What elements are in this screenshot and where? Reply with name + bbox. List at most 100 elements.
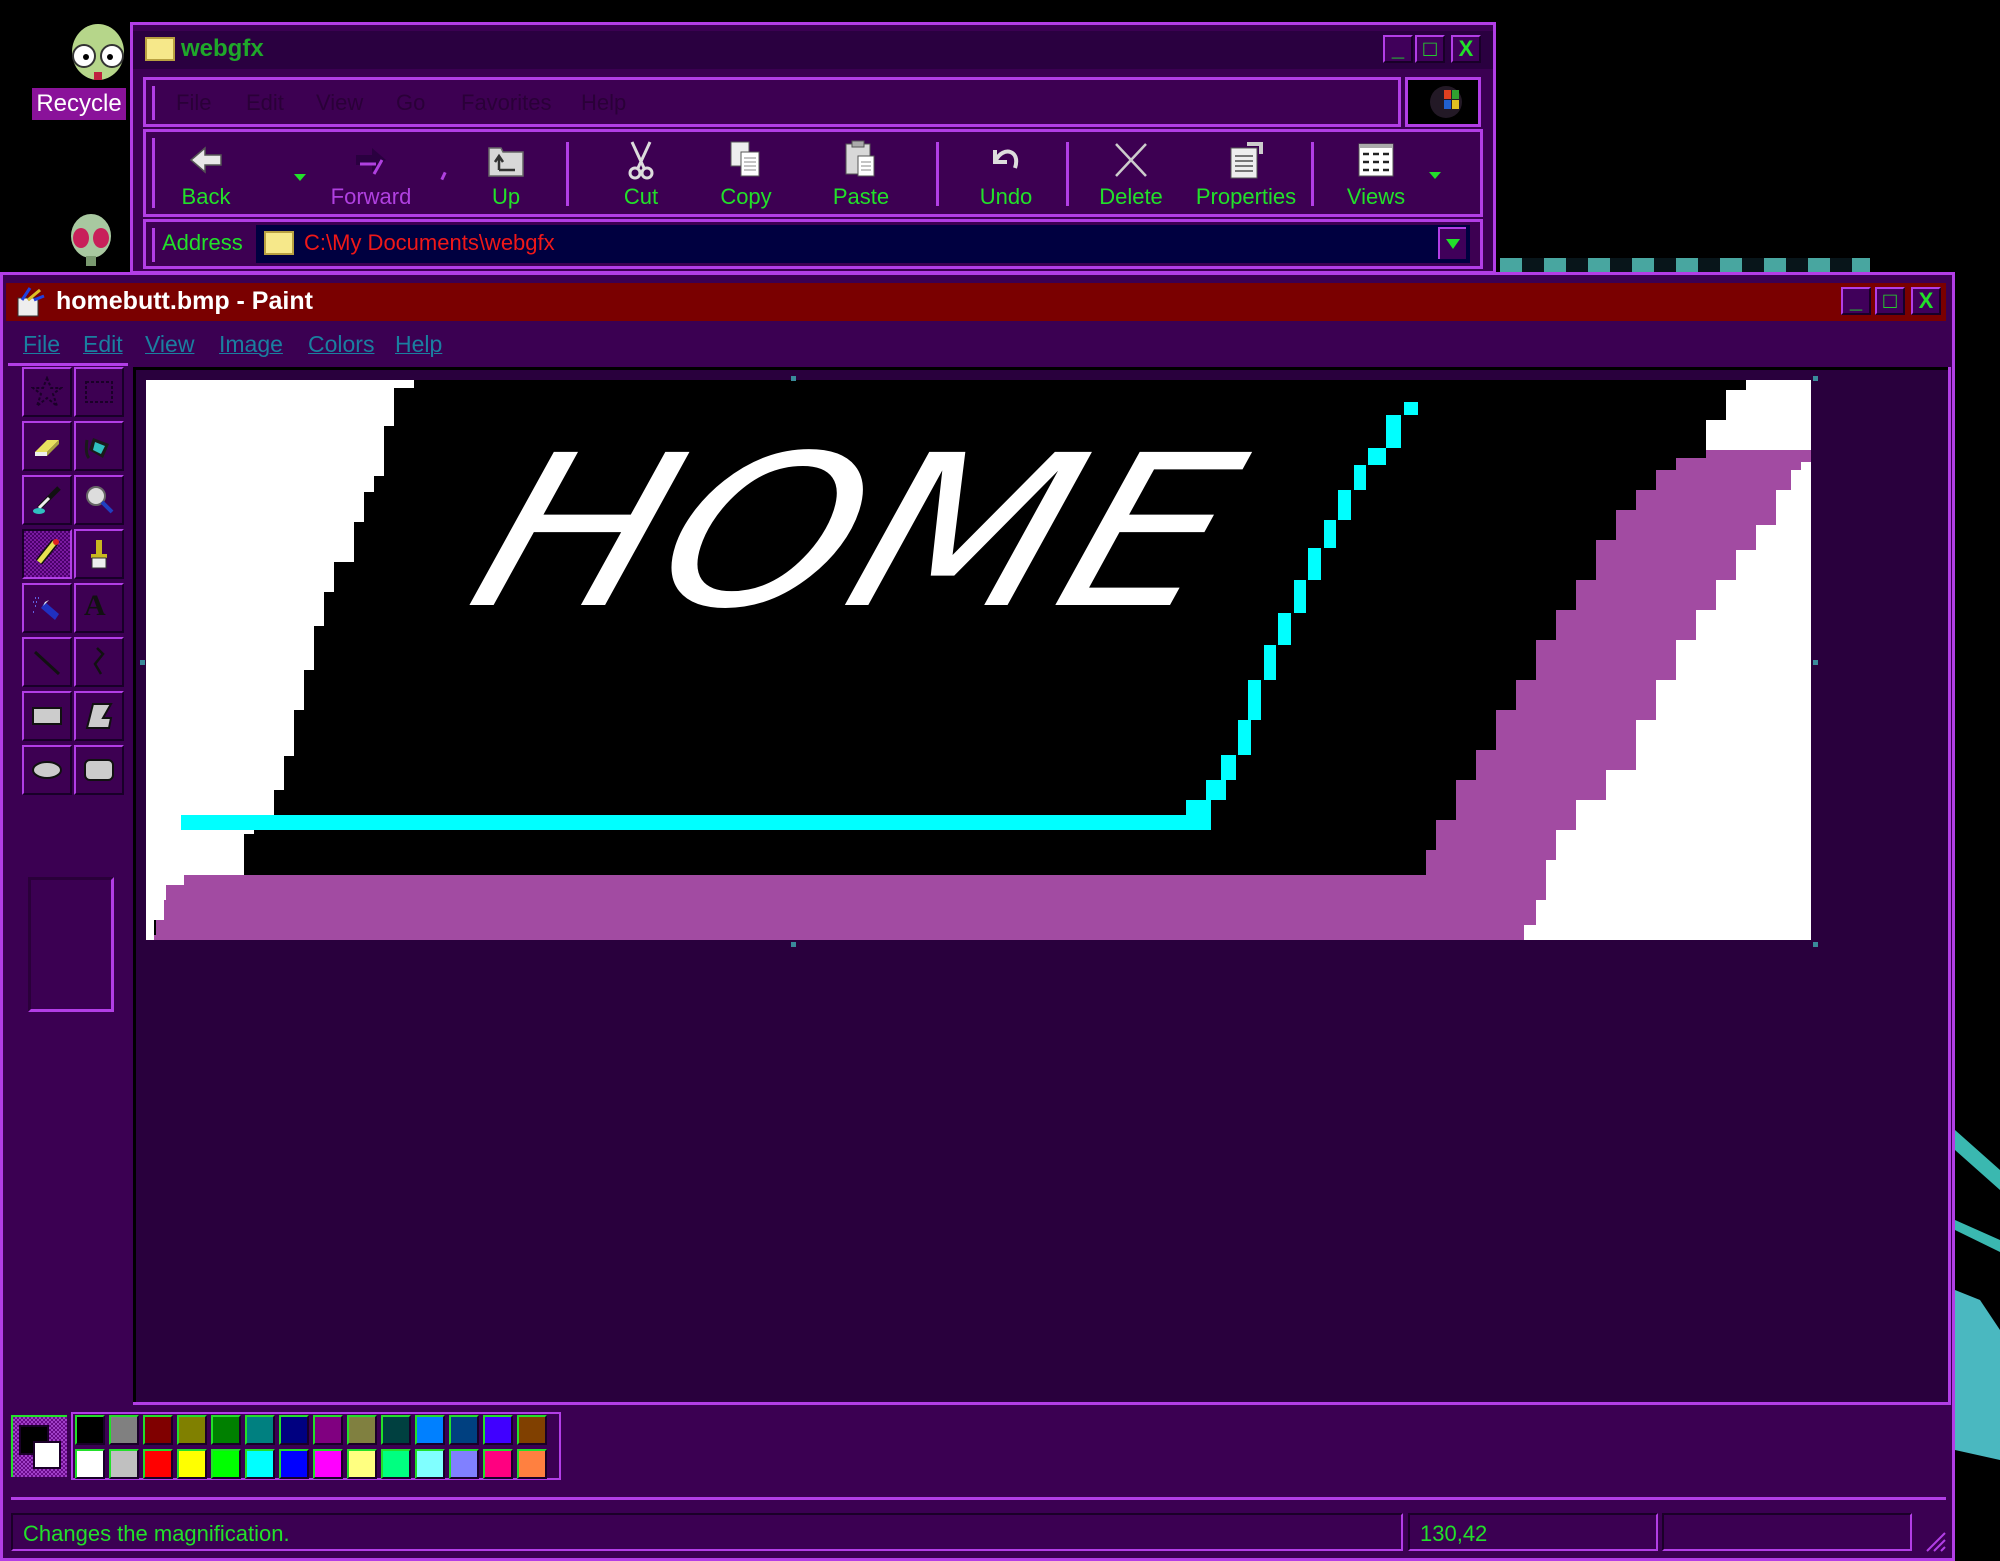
tool-brush[interactable] [74,529,124,579]
status-message-panel: Changes the magnification. [11,1513,1403,1551]
paint-menu-file[interactable]: File [23,331,60,358]
paint-close-button[interactable]: X [1911,287,1941,315]
explorer-menu-edit[interactable]: Edit [246,90,284,116]
explorer-menu-help[interactable]: Help [581,90,626,116]
palette-swatch[interactable] [313,1449,343,1479]
toolbar-separator [1066,142,1069,206]
resize-handle-bottom-mid[interactable] [791,942,796,947]
palette-swatch[interactable] [143,1449,173,1479]
paint-menu-view[interactable]: View [145,331,194,358]
palette-swatch[interactable] [347,1449,377,1479]
address-dropdown-button[interactable] [1438,227,1466,259]
paint-menu-help[interactable]: Help [395,331,442,358]
copy-button[interactable]: Copy [701,132,791,214]
palette-swatch[interactable] [211,1415,241,1445]
paint-menu-image[interactable]: Image [219,331,283,358]
eyedropper-icon [33,486,61,514]
bitmap-canvas[interactable]: HOME [146,380,1811,940]
tool-rectangle[interactable] [22,691,72,741]
tool-curve[interactable] [74,637,124,687]
palette-swatch[interactable] [75,1415,105,1445]
properties-button[interactable]: Properties [1186,132,1306,214]
explorer-minimize-button[interactable]: _ [1383,35,1413,63]
palette-swatch[interactable] [449,1449,479,1479]
views-dropdown-arrow[interactable] [1429,172,1441,179]
palette-swatch[interactable] [143,1415,173,1445]
tool-select[interactable] [74,367,124,417]
cut-button[interactable]: Cut [606,132,676,214]
address-input[interactable]: C:\My Documents\webgfx [256,225,1470,263]
tool-magnifier[interactable] [74,475,124,525]
resize-handle-top-right[interactable] [1813,376,1818,381]
palette-swatch[interactable] [177,1449,207,1479]
explorer-menu-favorites[interactable]: Favorites [461,90,551,116]
palette-swatch[interactable] [483,1415,513,1445]
palette-swatch[interactable] [211,1449,241,1479]
palette-swatch[interactable] [381,1415,411,1445]
tool-airbrush[interactable] [22,583,72,633]
palette-swatch[interactable] [517,1415,547,1445]
line-icon [33,650,61,676]
explorer-menu-view[interactable]: View [316,90,363,116]
toolbar-separator [936,142,939,206]
current-colors[interactable] [11,1415,67,1477]
explorer-menu-go[interactable]: Go [396,90,425,116]
palette-swatch[interactable] [517,1449,547,1479]
forward-arrow-icon [356,148,386,175]
palette-swatch[interactable] [279,1449,309,1479]
palette-swatch[interactable] [279,1415,309,1445]
palette-swatch[interactable] [415,1415,445,1445]
palette-swatch[interactable] [109,1449,139,1479]
forward-dropdown-arrow[interactable] [440,171,447,181]
tool-fill-with-color[interactable] [74,421,124,471]
tool-ellipse[interactable] [22,745,72,795]
paint-maximize-button[interactable]: □ [1875,287,1905,315]
back-button[interactable]: Back [166,132,246,214]
tool-options-box[interactable] [28,877,114,1012]
desktop-icon-recycle[interactable]: Recycle [30,22,130,122]
explorer-maximize-button[interactable]: □ [1415,35,1445,63]
palette-swatch[interactable] [415,1449,445,1479]
undo-button[interactable]: Undo [961,132,1051,214]
paint-menu-edit[interactable]: Edit [83,331,123,358]
paint-minimize-button[interactable]: _ [1841,287,1871,315]
tool-free-form-select[interactable] [22,367,72,417]
up-folder-icon [488,147,524,177]
resize-handle-mid-left[interactable] [140,660,145,665]
explorer-menu-file[interactable]: File [176,90,211,116]
palette-swatch[interactable] [109,1415,139,1445]
resize-handle-mid-right[interactable] [1813,660,1818,665]
desktop-icon-alien[interactable] [66,212,122,272]
up-button[interactable]: Up [471,132,541,214]
forward-button[interactable]: Forward [316,132,426,214]
palette-swatch[interactable] [75,1449,105,1479]
palette-swatch[interactable] [245,1449,275,1479]
explorer-title-bar[interactable]: webgfx _ □ X [133,31,1493,69]
palette-swatch[interactable] [245,1415,275,1445]
tool-rounded-rectangle[interactable] [74,745,124,795]
palette-swatch[interactable] [177,1415,207,1445]
paste-button[interactable]: Paste [816,132,906,214]
back-dropdown-arrow[interactable] [294,174,306,181]
palette-swatch[interactable] [449,1415,479,1445]
views-button[interactable]: Views [1326,132,1426,214]
paint-menu-colors[interactable]: Colors [308,331,374,358]
tool-polygon[interactable] [74,691,124,741]
palette-swatch[interactable] [483,1449,513,1479]
tool-pick-color[interactable] [22,475,72,525]
tool-text[interactable]: A [74,583,124,633]
resize-grip-icon[interactable] [1923,1529,1947,1553]
palette-swatch[interactable] [347,1415,377,1445]
background-color[interactable] [33,1441,61,1469]
resize-handle-top-mid[interactable] [791,376,796,381]
paint-title-bar[interactable]: homebutt.bmp - Paint _ □ X [6,283,1946,321]
explorer-close-button[interactable]: X [1451,35,1481,63]
tool-pencil[interactable] [22,529,72,579]
palette-swatch[interactable] [313,1415,343,1445]
chevron-down-icon [1446,239,1460,249]
resize-handle-bottom-right[interactable] [1813,942,1818,947]
tool-eraser[interactable] [22,421,72,471]
delete-button[interactable]: Delete [1081,132,1181,214]
palette-swatch[interactable] [381,1449,411,1479]
tool-line[interactable] [22,637,72,687]
